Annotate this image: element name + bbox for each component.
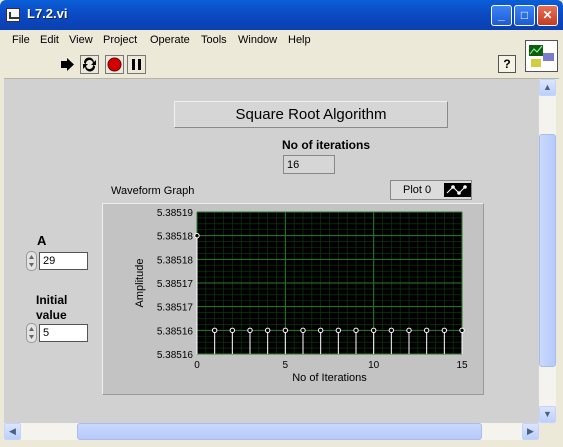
scroll-right-button[interactable]: ▶ [522,423,539,440]
window-title: L7.2.vi [27,6,68,21]
data-point [211,327,218,334]
data-point [441,327,448,334]
vi-icon [525,40,558,72]
scroll-down-button[interactable]: ▼ [539,406,556,423]
pause-button[interactable] [127,55,146,74]
data-point [459,327,465,334]
data-point [370,327,377,334]
minimize-button[interactable]: _ [491,5,512,26]
context-help-button[interactable]: ? [498,55,516,73]
app-icon [6,8,20,22]
pause-icon [132,59,141,70]
menu-edit[interactable]: Edit [40,34,59,46]
initial-value-label-2: value [36,308,67,322]
spinner-arrows-icon [29,255,34,267]
waveform-graph-plot: 5.38519 5.38518 5.38518 5.38517 5.38517 5.385… [134,208,468,384]
front-panel: Square Root Algorithm No of iterations 1… [4,79,539,423]
menu-operate[interactable]: Operate [150,34,190,46]
data-point [317,327,324,334]
menu-help[interactable]: Help [288,34,311,46]
y-tick-label: 5.38516 [157,326,194,337]
title-bar [0,0,563,30]
menu-tools[interactable]: Tools [201,34,227,46]
data-point [264,327,271,334]
spinner-arrows-icon [29,327,34,339]
scroll-left-button[interactable]: ◀ [4,423,21,440]
legend-swatch-icon [444,183,471,197]
data-point [300,327,306,334]
a-input[interactable]: 29 [39,252,88,270]
x-tick-label: 10 [368,360,380,371]
vertical-scrollbar[interactable]: ▲ ▼ [539,79,556,423]
data-point [388,327,395,334]
vi-graph-icon [527,42,556,70]
resize-grip[interactable] [539,423,556,440]
maximize-button[interactable]: □ [514,5,535,26]
legend-label: Plot 0 [403,184,432,196]
x-tick-label: 5 [283,360,289,371]
run-arrow-icon [61,58,74,71]
run-continuously-button[interactable] [80,55,99,74]
horizontal-scrollbar[interactable]: ◀ ▶ [4,423,539,440]
graph-label: Waveform Graph [111,185,195,197]
x-tick-label: 0 [194,360,200,371]
data-point [423,327,430,334]
y-tick-label: 5.38518 [157,255,194,266]
stop-icon [107,57,122,72]
menu-view[interactable]: View [69,34,93,46]
horizontal-scroll-thumb[interactable] [77,423,482,440]
menu-bar: File Edit View Project Operate Tools Win… [4,30,559,51]
run-continuously-icon [83,57,96,72]
menu-file[interactable]: File [12,34,30,46]
iterations-indicator: 16 [283,155,335,174]
x-axis-label: No of Iterations [292,372,367,384]
data-point [406,327,412,334]
scroll-up-button[interactable]: ▲ [539,79,556,96]
data-point [335,327,342,334]
x-tick-label: 15 [456,360,468,371]
data-point [194,232,200,239]
vertical-scroll-thumb[interactable] [539,134,556,367]
data-point [247,327,253,334]
initial-value-increment-decrement[interactable] [26,323,37,343]
y-tick-label: 5.38519 [157,208,194,219]
data-point [229,327,236,334]
y-tick-label: 5.38516 [157,350,194,361]
initial-value-label-1: Initial [36,293,68,307]
y-tick-label: 5.38517 [157,279,194,290]
y-tick-label: 5.38518 [157,232,194,243]
toolbar [4,51,559,79]
data-point [282,327,289,334]
abort-button[interactable] [105,55,124,74]
a-label: A [37,233,47,248]
y-tick-label: 5.38517 [157,303,194,314]
menu-window[interactable]: Window [238,34,277,46]
close-button[interactable]: ✕ [537,5,558,26]
a-increment-decrement[interactable] [26,251,37,271]
plot-legend[interactable]: Plot 0 [390,180,472,200]
page-title: Square Root Algorithm [174,101,448,128]
y-axis-label: Amplitude [134,259,146,308]
data-point [353,327,359,334]
run-button[interactable] [58,55,77,74]
menu-project[interactable]: Project [103,34,137,46]
iterations-label: No of iterations [282,138,371,152]
initial-value-input[interactable]: 5 [39,324,88,342]
